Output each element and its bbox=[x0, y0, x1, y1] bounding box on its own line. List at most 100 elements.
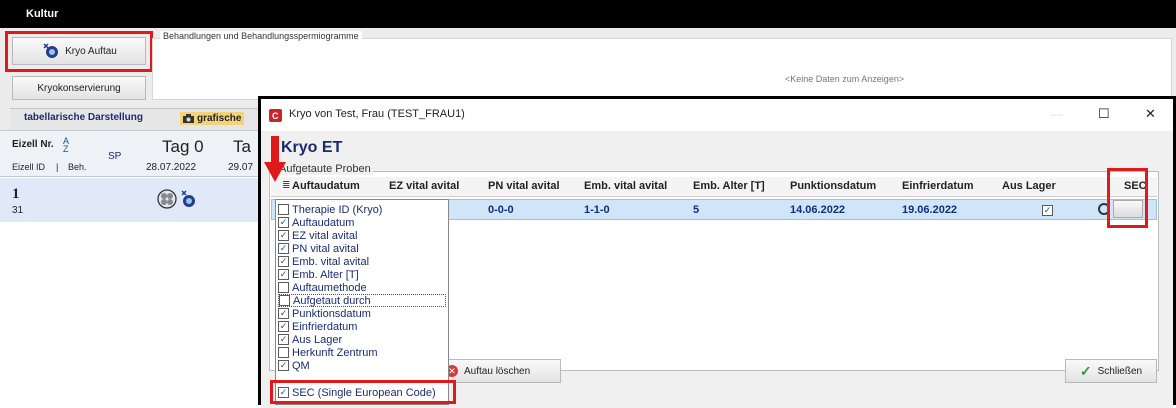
embryo-grid: Eizell Nr. AZ SP Tag 0 Ta Eizell ID | Be… bbox=[0, 130, 270, 405]
menu-item-pn-vital[interactable]: ✓ PN vital avital bbox=[278, 242, 359, 255]
menu-label: Aus Lager bbox=[292, 333, 343, 346]
no-data-text: <Keine Daten zum Anzeigen> bbox=[785, 74, 905, 84]
menu-label: EZ vital avital bbox=[292, 229, 358, 242]
window-title-bar: Kultur bbox=[0, 0, 1176, 28]
col-sp[interactable]: SP bbox=[108, 151, 121, 162]
menu-checkbox[interactable]: ✓ bbox=[278, 308, 289, 319]
aus-lager-checkbox[interactable]: ✓ bbox=[1042, 205, 1053, 216]
row-subnumber: 31 bbox=[12, 205, 24, 216]
close-dialog-button[interactable]: ✓ Schließen bbox=[1065, 359, 1157, 383]
menu-label: Auftaumethode bbox=[292, 281, 367, 294]
dialog-title: Kryo von Test, Frau (TEST_FRAU1) bbox=[289, 108, 465, 120]
app-icon: C bbox=[269, 109, 282, 122]
menu-label: QM bbox=[292, 359, 310, 372]
cell-einfrier: 19.06.2022 bbox=[902, 204, 958, 216]
col-emb-alter[interactable]: Emb. Alter [T] bbox=[693, 180, 765, 192]
menu-checkbox[interactable]: ✓ bbox=[278, 230, 289, 241]
menu-checkbox[interactable]: ✓ bbox=[278, 217, 289, 228]
menu-label: Aufgetaut durch bbox=[293, 294, 371, 307]
kryokonservierung-label: Kryokonservierung bbox=[37, 82, 121, 94]
column-chooser-menu: Therapie ID (Kryo) ✓ Auftaudatum ✓ EZ vita… bbox=[275, 199, 449, 405]
close-dialog-label: Schließen bbox=[1097, 365, 1143, 377]
menu-item-auftaudatum[interactable]: ✓ Auftaudatum bbox=[278, 216, 354, 229]
menu-checkbox[interactable]: ✓ bbox=[278, 334, 289, 345]
embryo-cells-icon[interactable] bbox=[156, 188, 200, 210]
menu-label: Therapie ID (Kryo) bbox=[292, 203, 383, 216]
tab-tabellarisch[interactable]: tabellarische Darstellung bbox=[24, 112, 143, 123]
checkmark-icon: ✓ bbox=[1079, 362, 1092, 379]
kryokonservierung-button[interactable]: Kryokonservierung bbox=[12, 76, 146, 100]
col-pn-vital[interactable]: PN vital avital bbox=[488, 180, 560, 192]
menu-label: Emb. vital avital bbox=[292, 255, 370, 268]
menu-item-aufgetaut-durch[interactable]: Aufgetaut durch bbox=[278, 294, 446, 307]
col-ez-vital[interactable]: EZ vital avital bbox=[389, 180, 459, 192]
sub-separator: | bbox=[56, 162, 59, 172]
cell-pn: 0-0-0 bbox=[488, 204, 514, 216]
tab-grafisch[interactable]: grafische bbox=[180, 112, 245, 125]
menu-item-ez-vital[interactable]: ✓ EZ vital avital bbox=[278, 229, 357, 242]
close-button[interactable]: ✕ bbox=[1145, 106, 1156, 122]
col-einfrierdatum[interactable]: Einfrierdatum bbox=[902, 180, 974, 192]
camera-icon bbox=[183, 114, 194, 123]
menu-item-auftaumethode[interactable]: Auftaumethode bbox=[278, 281, 367, 294]
col-emb-vital[interactable]: Emb. vital avital bbox=[584, 180, 667, 192]
menu-item-einfrierdatum[interactable]: ✓ Einfrierdatum bbox=[278, 320, 357, 333]
treatments-group bbox=[152, 38, 1172, 100]
svg-text:C: C bbox=[272, 111, 279, 121]
menu-checkbox[interactable]: ✓ bbox=[278, 321, 289, 332]
date-tag0: 28.07.2022 bbox=[146, 162, 197, 173]
menu-checkbox[interactable] bbox=[278, 204, 289, 215]
menu-label: Emb. Alter [T] bbox=[292, 268, 359, 281]
menu-checkbox[interactable] bbox=[279, 295, 290, 306]
red-arrow-annotation bbox=[264, 136, 286, 182]
sec-column-highlight bbox=[1107, 168, 1148, 228]
kryo-auftau-label: Kryo Auftau bbox=[65, 45, 117, 57]
cell-emb: 1-1-0 bbox=[584, 204, 610, 216]
col-tag0[interactable]: Tag 0 bbox=[162, 137, 204, 157]
sec-menu-highlight bbox=[270, 380, 456, 404]
menu-item-qm[interactable]: ✓ QM bbox=[278, 359, 310, 372]
view-tabs: tabellarische Darstellung grafische bbox=[10, 108, 270, 130]
col-auftaudatum[interactable]: Auftaudatum bbox=[292, 180, 360, 192]
row-number: 1 bbox=[12, 186, 20, 202]
col-punktionsdatum[interactable]: Punktionsdatum bbox=[790, 180, 876, 192]
col-eizell-nr[interactable]: Eizell Nr. bbox=[12, 139, 54, 150]
menu-item-herkunft-zentrum[interactable]: Herkunft Zentrum bbox=[278, 346, 378, 359]
menu-checkbox[interactable]: ✓ bbox=[278, 360, 289, 371]
menu-item-therapie-id[interactable]: Therapie ID (Kryo) bbox=[278, 203, 382, 216]
cell-alter: 5 bbox=[693, 204, 700, 216]
date-tag1: 29.07 bbox=[228, 162, 254, 173]
menu-checkbox[interactable]: ✓ bbox=[278, 243, 289, 254]
sort-az-icon[interactable]: AZ bbox=[63, 137, 69, 154]
menu-checkbox[interactable] bbox=[278, 347, 289, 358]
sub-eizell-id: Eizell ID bbox=[12, 162, 46, 172]
dialog-heading: Kryo ET bbox=[281, 139, 343, 156]
col-aus-lager[interactable]: Aus Lager bbox=[1002, 180, 1056, 192]
menu-checkbox[interactable]: ✓ bbox=[278, 269, 289, 280]
thawed-samples-title: Aufgetaute Proben bbox=[277, 163, 373, 175]
sub-beh: Beh. bbox=[68, 162, 87, 172]
col-tag1[interactable]: Ta bbox=[233, 137, 251, 157]
treatments-group-title: Behandlungen und Behandlungsspermiogramm… bbox=[160, 31, 362, 41]
menu-item-emb-vital[interactable]: ✓ Emb. vital avital bbox=[278, 255, 369, 268]
menu-checkbox[interactable] bbox=[278, 282, 289, 293]
thaw-icon bbox=[43, 43, 59, 58]
menu-label: Herkunft Zentrum bbox=[292, 346, 378, 359]
dialog-title-bar: C Kryo von Test, Frau (TEST_FRAU1) — ☐ ✕ bbox=[261, 99, 1173, 131]
delete-thaw-label: Auftau löschen bbox=[464, 365, 531, 377]
cell-punktion: 14.06.2022 bbox=[790, 204, 846, 216]
window-title: Kultur bbox=[26, 8, 59, 20]
minimize-button[interactable]: — bbox=[1051, 107, 1063, 121]
grid-row[interactable] bbox=[0, 178, 270, 222]
delete-thaw-button[interactable]: ✕ Auftau löschen bbox=[441, 359, 561, 383]
menu-item-emb-alter[interactable]: ✓ Emb. Alter [T] bbox=[278, 268, 359, 281]
menu-checkbox[interactable]: ✓ bbox=[278, 256, 289, 267]
menu-item-aus-lager[interactable]: ✓ Aus Lager bbox=[278, 333, 342, 346]
menu-label: Auftaudatum bbox=[292, 216, 355, 229]
menu-item-punktionsdatum[interactable]: ✓ Punktionsdatum bbox=[278, 307, 371, 320]
menu-label: Punktionsdatum bbox=[292, 307, 371, 320]
tab-grafisch-label: grafische bbox=[197, 113, 242, 124]
kryo-auftau-button[interactable]: Kryo Auftau bbox=[12, 37, 146, 65]
menu-label: Einfrierdatum bbox=[292, 320, 358, 333]
maximize-button[interactable]: ☐ bbox=[1098, 106, 1110, 122]
